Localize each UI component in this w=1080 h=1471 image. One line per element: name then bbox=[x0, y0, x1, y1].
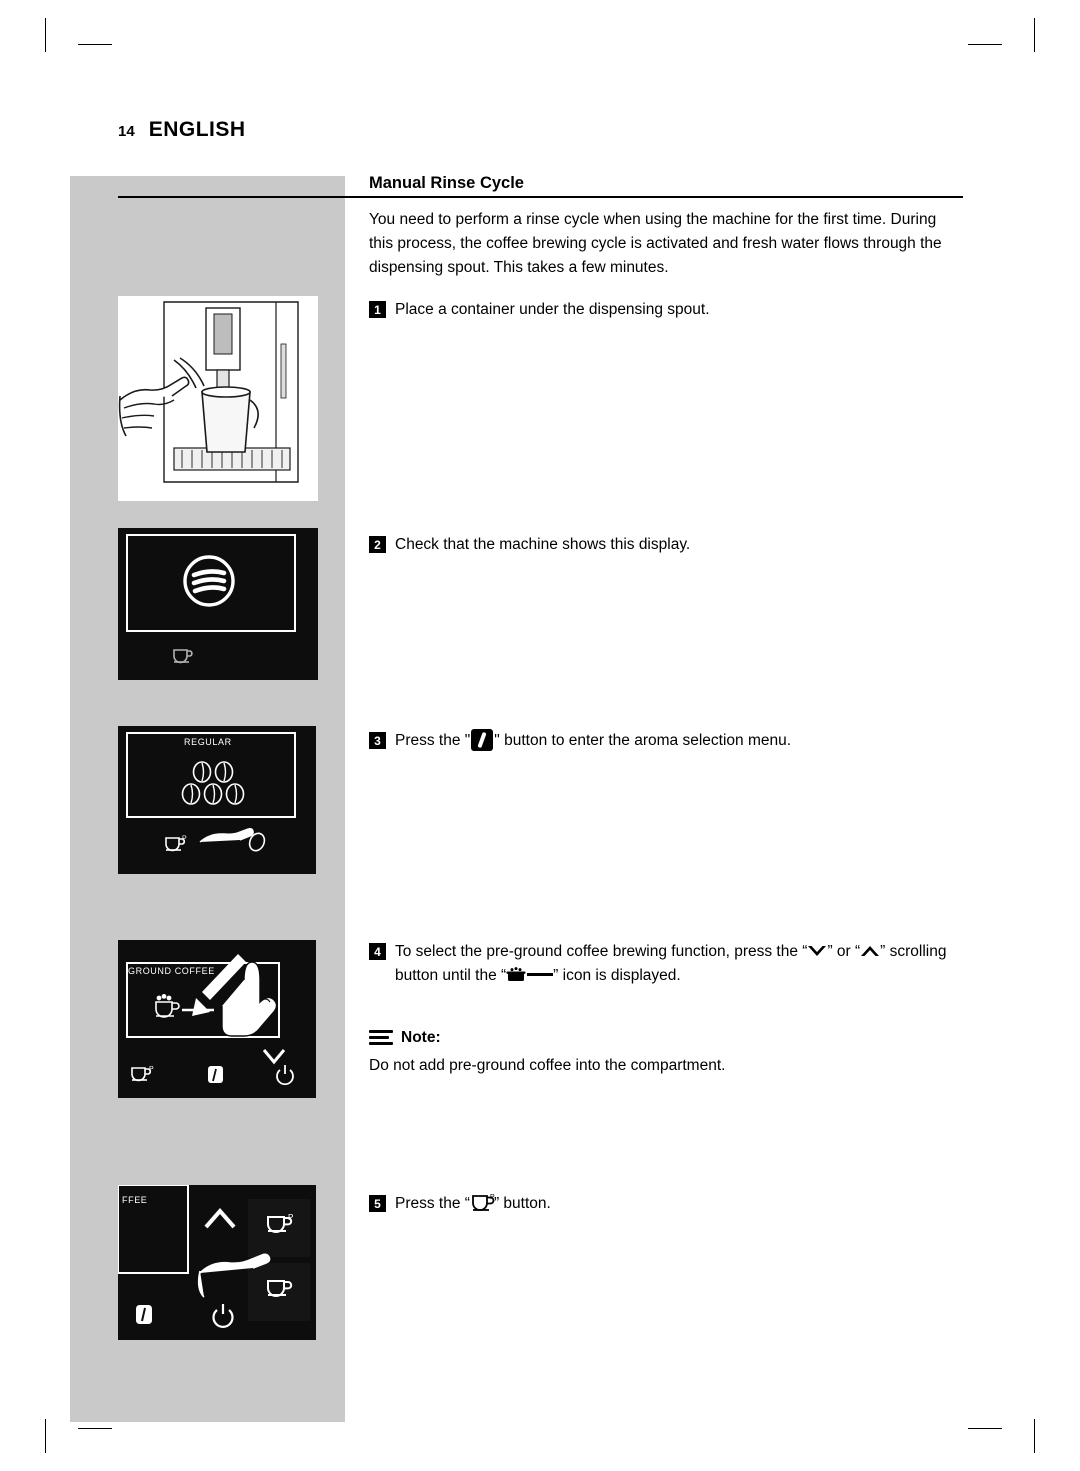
crop-mark-tl-h bbox=[78, 44, 112, 45]
page-language: ENGLISH bbox=[148, 118, 246, 141]
step-5: 5 Press the “P” button. bbox=[369, 1192, 960, 1216]
title-divider bbox=[118, 196, 963, 198]
svg-text:P: P bbox=[288, 1213, 293, 1222]
step-1-number: 1 bbox=[369, 301, 386, 318]
figure-display-press-espresso: FFEE P bbox=[118, 1185, 316, 1340]
step-2: 2 Check that the machine shows this disp… bbox=[369, 533, 960, 557]
white-strip-right bbox=[1010, 176, 1032, 1422]
pre-ground-coffee-icon bbox=[506, 967, 526, 983]
figure-5-pointer bbox=[316, 1190, 338, 1218]
figure-display-ready bbox=[118, 528, 318, 680]
step-1: 1 Place a container under the dispensing… bbox=[369, 298, 960, 322]
figure-1-pointer bbox=[318, 300, 340, 328]
chevron-down-icon bbox=[807, 942, 827, 956]
step-4: 4 To select the pre-ground coffee brewin… bbox=[369, 940, 960, 988]
figure-display-aroma: REGULAR P bbox=[118, 726, 316, 874]
figure-container-under-spout bbox=[118, 296, 318, 501]
figure-3-pointer bbox=[316, 731, 338, 759]
step-5-text: Press the “P” button. bbox=[395, 1192, 960, 1216]
step-4-text: To select the pre-ground coffee brewing … bbox=[395, 940, 960, 988]
page-header: 14 ENGLISH bbox=[118, 118, 246, 142]
crop-mark-tr-h bbox=[968, 44, 1002, 45]
step-5-number: 5 bbox=[369, 1195, 386, 1212]
chevron-up-icon bbox=[860, 942, 880, 956]
content-area bbox=[345, 176, 1032, 1422]
white-strip-left bbox=[48, 176, 70, 1422]
step-4-number: 4 bbox=[369, 943, 386, 960]
crop-mark-bl-h bbox=[78, 1428, 112, 1429]
figure-2-pointer bbox=[318, 534, 340, 562]
step-3-number: 3 bbox=[369, 732, 386, 749]
step-3-text: Press the " " button to enter the aroma s… bbox=[395, 729, 960, 753]
note-icon bbox=[369, 1028, 393, 1048]
note-label: Note: bbox=[401, 1029, 441, 1046]
svg-text:P: P bbox=[182, 836, 187, 843]
dash-line-icon bbox=[527, 973, 554, 976]
figure-display-ground-coffee: GROUND COFFEE P bbox=[118, 940, 316, 1098]
note-box: Note: bbox=[369, 1028, 441, 1048]
section-title: Manual Rinse Cycle bbox=[369, 174, 524, 192]
step-3-text-after: " button to enter the aroma selection me… bbox=[494, 732, 792, 749]
crop-mark-bl-v bbox=[45, 1419, 46, 1453]
step-1-text: Place a container under the dispensing s… bbox=[395, 301, 710, 318]
note-text: Do not add pre-ground coffee into the co… bbox=[369, 1057, 726, 1074]
figure-4-pointer bbox=[316, 945, 338, 973]
coffee-bean-icon bbox=[471, 729, 494, 751]
step-5-text-before: Press the “ bbox=[395, 1195, 470, 1212]
step-4-text-d: ” icon is displayed. bbox=[553, 967, 681, 984]
crop-mark-br-v bbox=[1034, 1419, 1035, 1453]
svg-text:FFEE: FFEE bbox=[122, 1195, 147, 1205]
step-3-text-before: Press the " bbox=[395, 732, 471, 749]
step-2-number: 2 bbox=[369, 536, 386, 553]
step-3: 3 Press the " " button to enter the aroma… bbox=[369, 729, 960, 753]
page-number: 14 bbox=[118, 123, 135, 140]
crop-mark-br-h bbox=[968, 1428, 1002, 1429]
step-4-text-b: ” or “ bbox=[827, 943, 861, 960]
svg-text:P: P bbox=[149, 1066, 154, 1073]
step-5-text-after: ” button. bbox=[493, 1195, 551, 1212]
crop-mark-tr-v bbox=[1034, 18, 1035, 52]
espresso-cup-icon: P bbox=[470, 1192, 495, 1211]
section-intro: You need to perform a rinse cycle when u… bbox=[369, 211, 942, 276]
crop-mark-tl-v bbox=[45, 18, 46, 52]
step-2-text: Check that the machine shows this displa… bbox=[395, 536, 691, 553]
step-4-text-a: To select the pre-ground coffee brewing … bbox=[395, 943, 808, 960]
